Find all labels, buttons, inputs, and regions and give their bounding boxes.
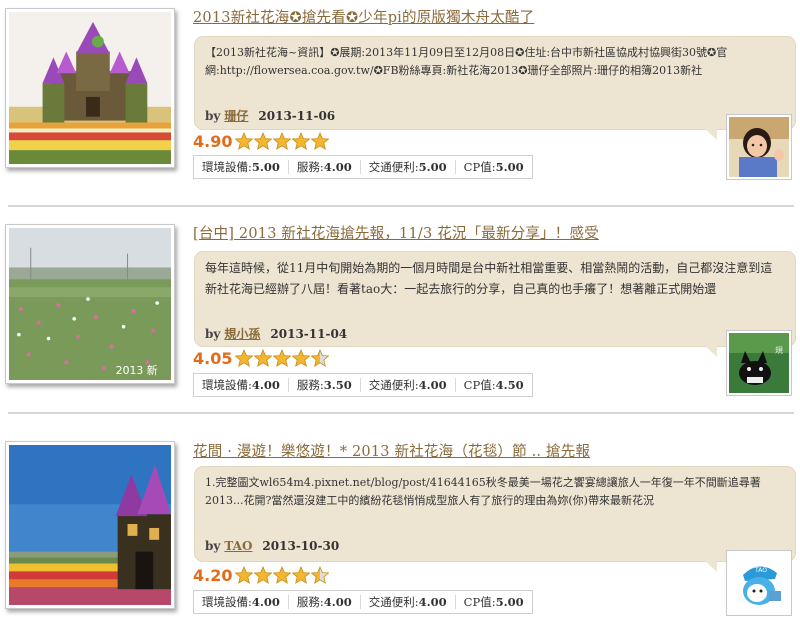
subscore-transport: 交通便利:4.00	[361, 378, 456, 392]
bubble-tail	[705, 129, 717, 140]
star-full-icon	[235, 349, 254, 367]
subscore-bar: 環境設備:4.00 服務:4.00 交通便利:4.00 CP值:5.00	[193, 590, 533, 614]
post-title-link[interactable]: [台中] 2013 新社花海搶先報，11/3 花況「最新分享」！感受	[193, 222, 599, 243]
subscore-bar: 環境設備:4.00 服務:3.50 交通便利:4.00 CP值:4.50	[193, 373, 533, 397]
author-link[interactable]: 規小孫	[224, 327, 260, 341]
rating-score: 4.05	[193, 348, 233, 368]
subscore-bar: 環境設備:5.00 服務:4.00 交通便利:5.00 CP值:5.00	[193, 155, 533, 179]
rating-score: 4.90	[193, 131, 233, 151]
post-byline: by TAO 2013-10-30	[205, 539, 339, 553]
rating-score: 4.20	[193, 565, 233, 585]
author-avatar[interactable]: 規	[726, 330, 792, 396]
subscore-transport: 交通便利:5.00	[361, 160, 456, 174]
subscore-service: 服務:4.00	[289, 160, 361, 174]
post-divider	[8, 412, 794, 414]
author-avatar[interactable]: TAO	[726, 550, 792, 616]
rating-row: 4.20	[193, 564, 330, 586]
post-item: 2013 新 [台中] 2013 新社花海搶先報，11/3 花況「最新分享」！感…	[0, 216, 800, 406]
castle-sky-photo[interactable]	[9, 445, 171, 605]
subscore-environment: 環境設備:4.00	[194, 595, 289, 609]
star-full-icon	[254, 132, 273, 150]
star-full-icon	[292, 349, 311, 367]
by-label: by	[205, 327, 221, 341]
author-link[interactable]: 珊仔	[224, 109, 248, 123]
author-link[interactable]: TAO	[224, 539, 252, 553]
svg-text:規: 規	[775, 345, 783, 355]
rating-stars	[235, 566, 330, 584]
flower-field-photo[interactable]: 2013 新	[9, 228, 171, 380]
star-full-icon	[311, 132, 330, 150]
flower-castle-photo[interactable]	[9, 12, 171, 164]
post-excerpt-box: 【2013新社花海~資訊】✪展期:2013年11月09日至12月08日✪住址:台…	[194, 36, 796, 140]
bubble-tail	[705, 561, 717, 572]
svg-text:TAO: TAO	[754, 567, 767, 574]
star-full-icon	[273, 132, 292, 150]
post-divider	[8, 205, 794, 207]
star-full-icon	[292, 132, 311, 150]
thumb-watermark: 2013 新	[116, 363, 158, 377]
subscore-service: 服務:3.50	[289, 378, 361, 392]
subscore-environment: 環境設備:4.00	[194, 378, 289, 392]
subscore-cp-value: CP值:5.00	[463, 595, 524, 609]
rating-stars	[235, 132, 330, 150]
subscore-service: 服務:4.00	[289, 595, 361, 609]
star-full-icon	[292, 566, 311, 584]
post-byline: by 規小孫 2013-11-04	[205, 325, 347, 342]
rating-row: 4.90	[193, 130, 330, 152]
rating-row: 4.05	[193, 347, 330, 369]
post-title-link[interactable]: 花間 · 漫遊！樂悠遊！* 2013 新社花海（花毯）節 .. 搶先報	[193, 440, 590, 461]
post-excerpt-box: 1.完整圖文wl654m4.pixnet.net/blog/post/41644…	[194, 466, 796, 572]
post-excerpt: 1.完整圖文wl654m4.pixnet.net/blog/post/41644…	[205, 476, 761, 507]
star-full-icon	[254, 566, 273, 584]
bubble-tail	[705, 346, 717, 357]
post-date: 2013-11-06	[258, 109, 336, 123]
star-full-icon	[235, 566, 254, 584]
post-date: 2013-11-04	[270, 327, 348, 341]
subscore-cp-value: CP值:4.50	[463, 378, 524, 392]
subscore-environment: 環境設備:5.00	[194, 160, 289, 174]
post-excerpt-box: 每年這時候，從11月中旬開始為期的一個月時間是台中新社相當重要、相當熱鬧的活動，…	[194, 251, 796, 357]
post-thumbnail[interactable]	[5, 441, 175, 609]
post-date: 2013-10-30	[262, 539, 340, 553]
post-thumbnail[interactable]	[5, 8, 175, 168]
post-item: 2013新社花海✪搶先看✪少年pi的原版獨木舟太酷了 【2013新社花海~資訊】…	[0, 0, 800, 200]
black-cat-avatar[interactable]: 規	[729, 333, 789, 393]
author-avatar[interactable]	[726, 114, 792, 180]
post-excerpt: 【2013新社花海~資訊】✪展期:2013年11月09日至12月08日✪住址:台…	[205, 46, 728, 77]
subscore-transport: 交通便利:4.00	[361, 595, 456, 609]
rating-stars	[235, 349, 330, 367]
star-full-icon	[273, 566, 292, 584]
star-full-icon	[235, 132, 254, 150]
woman-portrait-avatar[interactable]	[729, 117, 789, 177]
subscore-cp-value: CP值:5.00	[463, 160, 524, 174]
by-label: by	[205, 109, 221, 123]
post-title-link[interactable]: 2013新社花海✪搶先看✪少年pi的原版獨木舟太酷了	[193, 6, 534, 27]
post-item: 花間 · 漫遊！樂悠遊！* 2013 新社花海（花毯）節 .. 搶先報 1.完整…	[0, 432, 800, 622]
star-half-icon	[311, 349, 330, 367]
star-full-icon	[254, 349, 273, 367]
post-excerpt: 每年這時候，從11月中旬開始為期的一個月時間是台中新社相當重要、相當熱鬧的活動，…	[205, 261, 773, 296]
post-thumbnail[interactable]: 2013 新	[5, 224, 175, 384]
post-byline: by 珊仔 2013-11-06	[205, 107, 335, 124]
star-full-icon	[273, 349, 292, 367]
by-label: by	[205, 539, 221, 553]
star-half-icon	[311, 566, 330, 584]
tao-cartoon-avatar[interactable]: TAO	[729, 553, 789, 613]
